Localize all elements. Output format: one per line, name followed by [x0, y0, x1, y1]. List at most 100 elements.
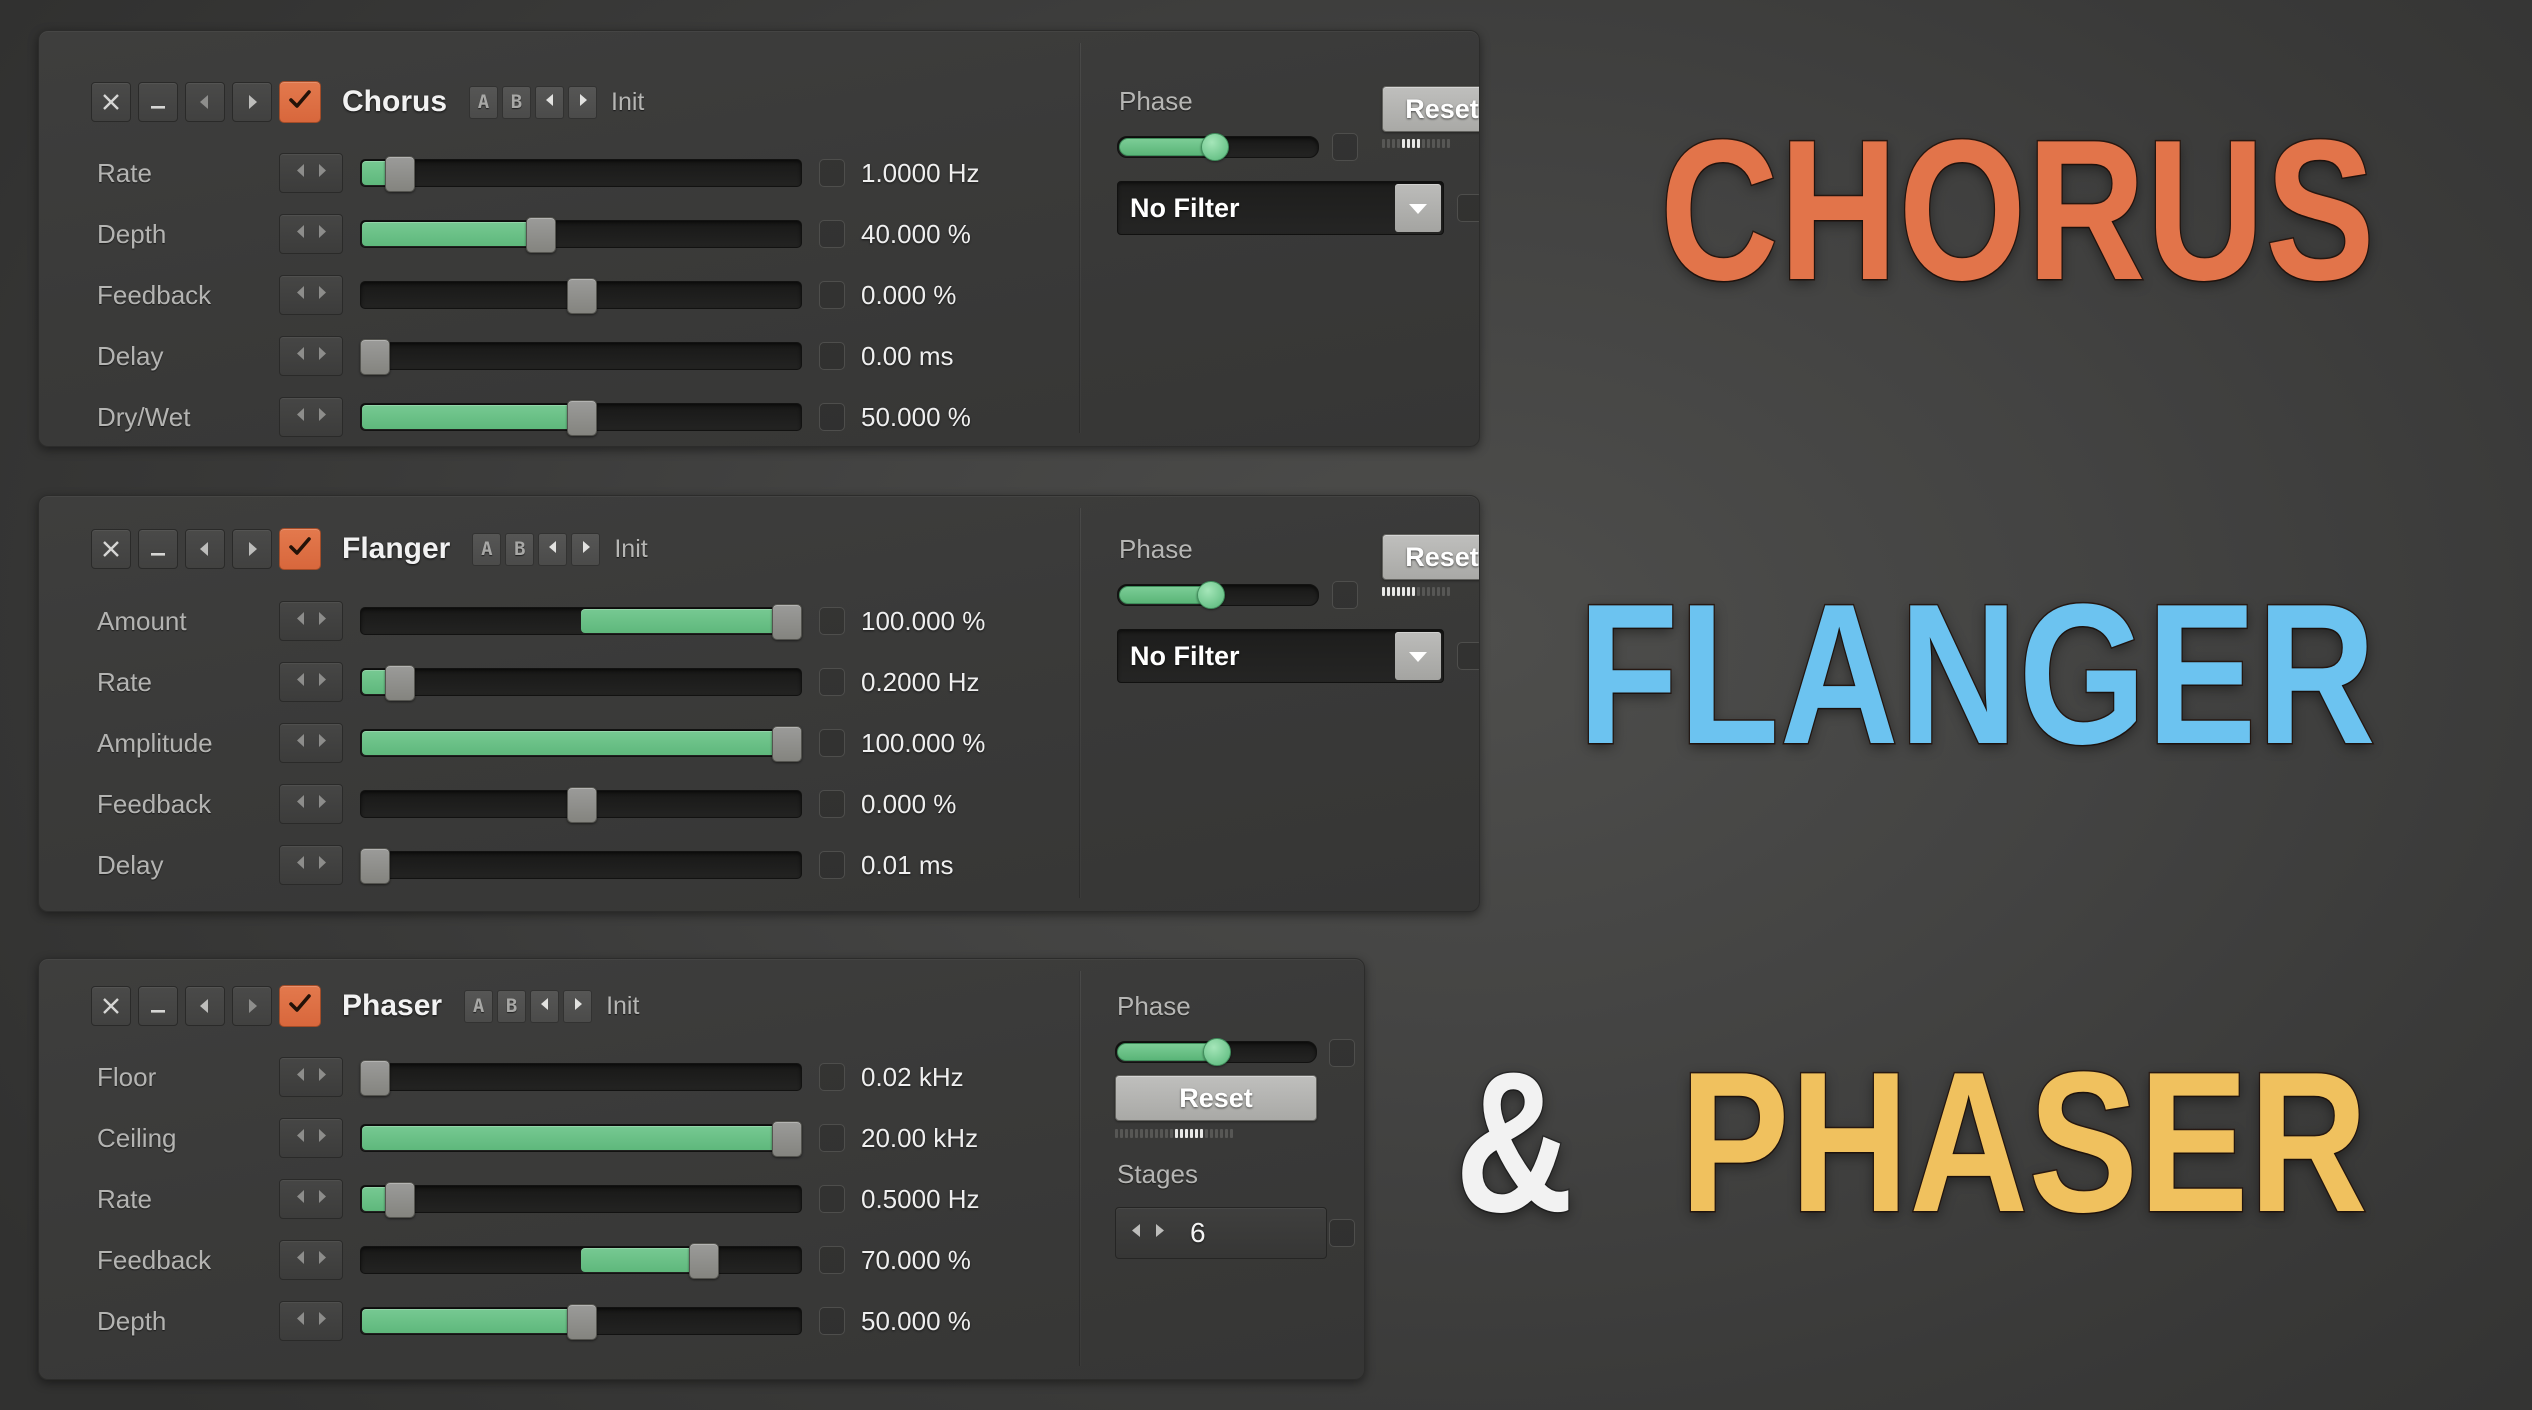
modulation-checkbox[interactable] [819, 607, 845, 635]
slider-handle[interactable] [772, 604, 802, 640]
param-stepper[interactable] [279, 214, 343, 254]
filter-modulation-checkbox[interactable] [1457, 642, 1479, 670]
phase-reset-button[interactable]: Reset [1382, 534, 1479, 580]
param-stepper[interactable] [279, 662, 343, 702]
bank-b-button[interactable]: B [505, 532, 535, 566]
phase-slider[interactable] [1117, 133, 1319, 161]
phase-slider-knob[interactable] [1203, 1038, 1231, 1066]
slider-handle[interactable] [360, 1060, 390, 1096]
right-arrow-icon[interactable] [314, 1067, 329, 1087]
param-slider[interactable] [360, 787, 802, 823]
previous-preset-button[interactable] [530, 989, 560, 1023]
param-slider[interactable] [360, 1304, 802, 1340]
param-slider[interactable] [360, 1182, 802, 1218]
bank-a-button[interactable]: A [464, 989, 494, 1023]
minimize-button[interactable] [138, 986, 178, 1026]
stages-arrows[interactable] [1116, 1222, 1168, 1244]
param-slider[interactable] [360, 278, 802, 314]
left-arrow-icon[interactable] [294, 1067, 309, 1087]
chevron-down-icon[interactable] [1395, 632, 1441, 680]
right-arrow-icon[interactable] [314, 346, 329, 366]
param-stepper[interactable] [279, 723, 343, 763]
phase-slider[interactable] [1117, 581, 1319, 609]
param-slider[interactable] [360, 665, 802, 701]
param-stepper[interactable] [279, 1301, 343, 1341]
left-arrow-icon[interactable] [294, 346, 309, 366]
param-stepper[interactable] [279, 275, 343, 315]
left-arrow-icon[interactable] [294, 224, 309, 244]
param-slider[interactable] [360, 217, 802, 253]
modulation-checkbox[interactable] [819, 729, 845, 757]
left-arrow-icon[interactable] [294, 1128, 309, 1148]
enable-toggle[interactable] [279, 81, 321, 123]
filter-dropdown[interactable]: No Filter [1117, 629, 1444, 683]
modulation-checkbox[interactable] [819, 790, 845, 818]
close-button[interactable] [91, 82, 131, 122]
param-stepper[interactable] [279, 601, 343, 641]
stages-modulation-checkbox[interactable] [1329, 1219, 1355, 1247]
param-stepper[interactable] [279, 1057, 343, 1097]
slider-handle[interactable] [567, 787, 597, 823]
minimize-button[interactable] [138, 529, 178, 569]
right-arrow-icon[interactable] [314, 163, 329, 183]
right-arrow-icon[interactable] [1151, 1222, 1168, 1244]
param-slider[interactable] [360, 848, 802, 884]
param-slider[interactable] [360, 1060, 802, 1096]
param-stepper[interactable] [279, 784, 343, 824]
bank-a-button[interactable]: A [472, 532, 502, 566]
right-arrow-icon[interactable] [314, 1311, 329, 1331]
phase-slider-knob[interactable] [1201, 133, 1229, 161]
slider-handle[interactable] [384, 156, 415, 192]
right-arrow-icon[interactable] [314, 407, 329, 427]
filter-modulation-checkbox[interactable] [1457, 194, 1479, 222]
modulation-checkbox[interactable] [819, 403, 845, 431]
modulation-checkbox[interactable] [819, 1246, 845, 1274]
param-stepper[interactable] [279, 397, 343, 437]
chevron-down-icon[interactable] [1395, 184, 1441, 232]
param-slider[interactable] [360, 156, 802, 192]
previous-effect-button[interactable] [185, 82, 225, 122]
left-arrow-icon[interactable] [1128, 1222, 1145, 1244]
enable-toggle[interactable] [279, 528, 321, 570]
filter-dropdown[interactable]: No Filter [1117, 181, 1444, 235]
modulation-checkbox[interactable] [819, 1124, 845, 1152]
param-slider[interactable] [360, 1121, 802, 1157]
bank-a-button[interactable]: A [469, 85, 498, 119]
phase-modulation-checkbox[interactable] [1329, 1039, 1355, 1067]
left-arrow-icon[interactable] [294, 672, 309, 692]
next-preset-button[interactable] [568, 85, 597, 119]
right-arrow-icon[interactable] [314, 672, 329, 692]
param-slider[interactable] [360, 1243, 802, 1279]
next-effect-button[interactable] [232, 82, 272, 122]
right-arrow-icon[interactable] [314, 1189, 329, 1209]
right-arrow-icon[interactable] [314, 611, 329, 631]
param-stepper[interactable] [279, 845, 343, 885]
param-slider[interactable] [360, 604, 802, 640]
previous-effect-button[interactable] [185, 529, 225, 569]
enable-toggle[interactable] [279, 985, 321, 1027]
param-stepper[interactable] [279, 336, 343, 376]
bank-b-button[interactable]: B [497, 989, 527, 1023]
param-stepper[interactable] [279, 1179, 343, 1219]
previous-preset-button[interactable] [538, 532, 568, 566]
next-effect-button[interactable] [232, 529, 272, 569]
slider-handle[interactable] [688, 1243, 719, 1279]
previous-preset-button[interactable] [535, 85, 564, 119]
close-button[interactable] [91, 986, 131, 1026]
slider-handle[interactable] [772, 726, 802, 762]
right-arrow-icon[interactable] [314, 1250, 329, 1270]
modulation-checkbox[interactable] [819, 668, 845, 696]
left-arrow-icon[interactable] [294, 163, 309, 183]
left-arrow-icon[interactable] [294, 855, 309, 875]
slider-handle[interactable] [526, 217, 556, 253]
modulation-checkbox[interactable] [819, 281, 845, 309]
modulation-checkbox[interactable] [819, 1185, 845, 1213]
previous-effect-button[interactable] [185, 986, 225, 1026]
slider-handle[interactable] [567, 400, 597, 436]
slider-handle[interactable] [567, 278, 597, 314]
right-arrow-icon[interactable] [314, 794, 329, 814]
left-arrow-icon[interactable] [294, 1189, 309, 1209]
phase-modulation-checkbox[interactable] [1332, 581, 1358, 609]
left-arrow-icon[interactable] [294, 1311, 309, 1331]
phase-reset-button[interactable]: Reset [1382, 86, 1479, 132]
